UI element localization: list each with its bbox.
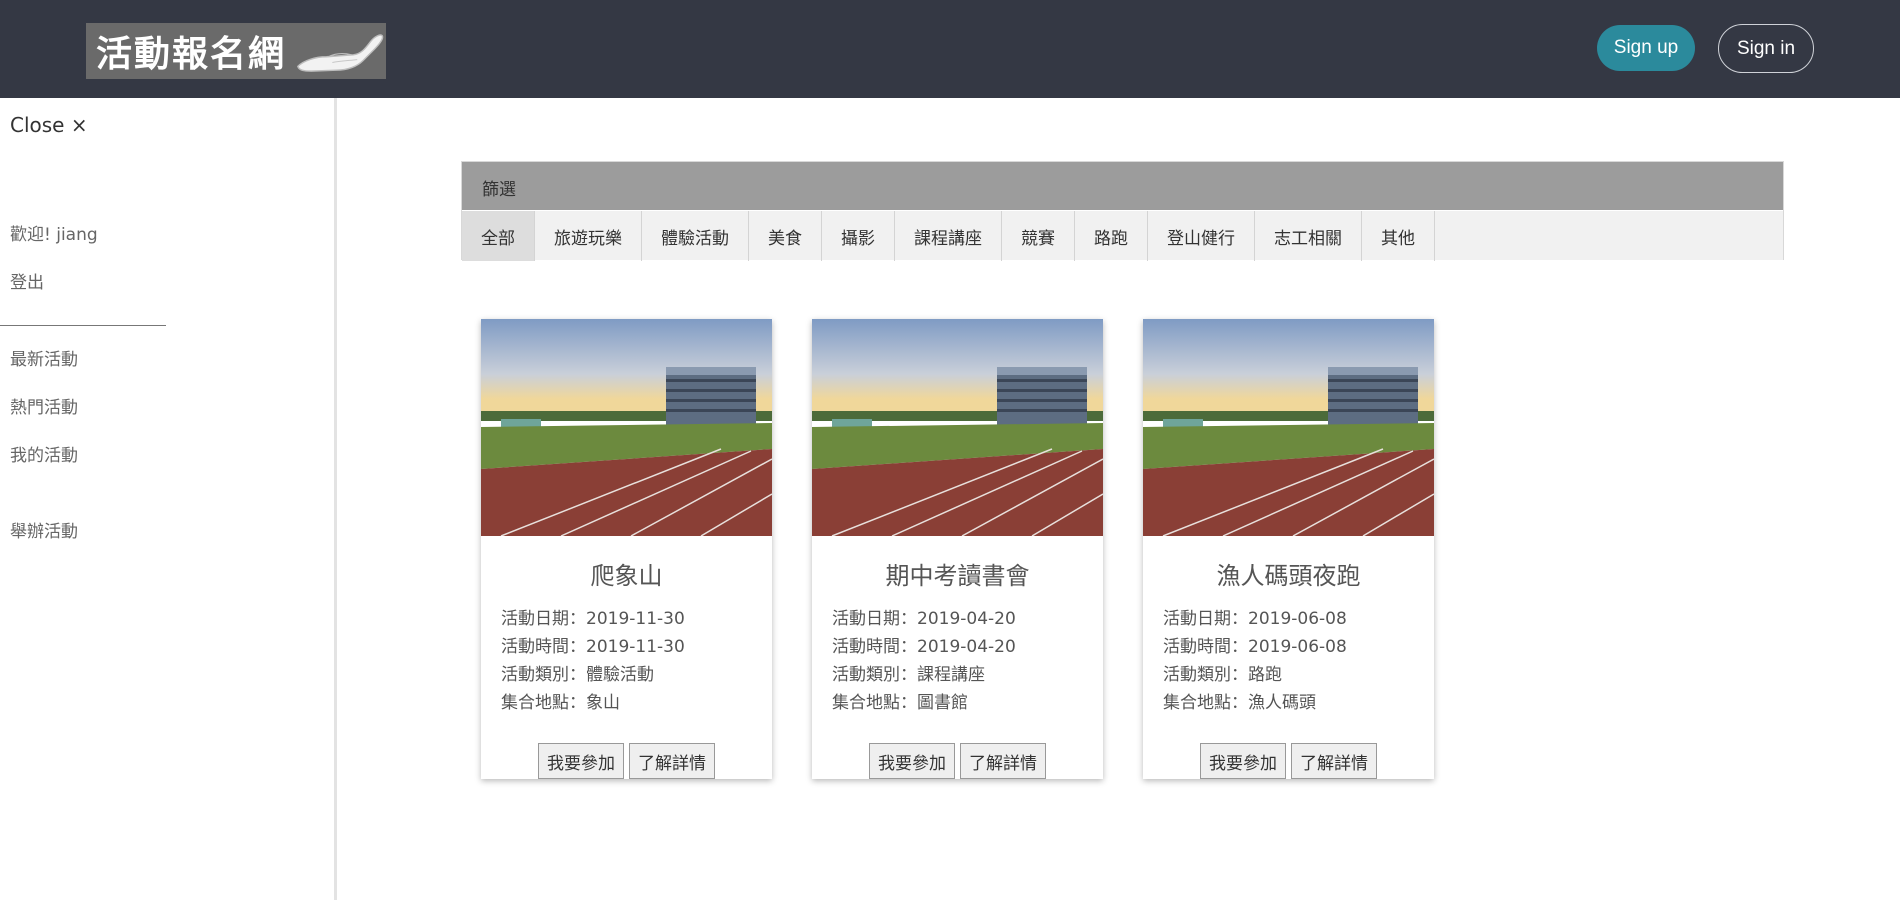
card-actions: 我要參加 了解詳情 [1143,743,1434,779]
tab-all[interactable]: 全部 [462,211,535,261]
event-title: 期中考讀書會 [885,562,1030,590]
event-title: 爬象山 [590,562,663,590]
event-category: 活動類別：課程講座 [832,665,985,685]
event-location: 集合地點：漁人碼頭 [1163,693,1316,713]
event-date: 活動日期：2019-11-30 [501,609,685,629]
event-time: 活動時間：2019-06-08 [1163,637,1347,657]
event-time: 活動時間：2019-11-30 [501,637,685,657]
event-photo [812,319,1103,536]
card-actions: 我要參加 了解詳情 [812,743,1103,779]
card-actions: 我要參加 了解詳情 [481,743,772,779]
event-info: 活動日期：2019-04-20 活動時間：2019-04-20 活動類別：課程講… [812,591,1103,717]
sidebar-item-latest[interactable]: 最新活動 [10,345,78,370]
event-time: 活動時間：2019-04-20 [832,637,1016,657]
join-button[interactable]: 我要參加 [869,743,955,779]
event-photo [481,319,772,536]
event-location: 集合地點：圖書館 [832,693,968,713]
top-navbar: 活動報名網 Sign up Sign in [0,0,1900,98]
event-card: 爬象山 活動日期：2019-11-30 活動時間：2019-11-30 活動類別… [481,319,772,779]
tab-competition[interactable]: 競賽 [1002,211,1075,261]
tab-running[interactable]: 路跑 [1075,211,1148,261]
event-card: 期中考讀書會 活動日期：2019-04-20 活動時間：2019-04-20 活… [812,319,1103,779]
logo-text: 活動報名網 [96,34,287,75]
details-button[interactable]: 了解詳情 [960,743,1046,779]
sidebar-close-button[interactable]: Close × [10,113,88,137]
logout-link[interactable]: 登出 [10,268,44,293]
tab-hiking[interactable]: 登山健行 [1148,211,1255,261]
event-date: 活動日期：2019-04-20 [832,609,1016,629]
sign-up-button[interactable]: Sign up [1597,25,1695,71]
event-location: 集合地點：象山 [501,693,620,713]
sign-in-button[interactable]: Sign in [1718,24,1814,73]
sidebar-divider [0,325,166,326]
event-category: 活動類別：體驗活動 [501,665,654,685]
site-logo[interactable]: 活動報名網 [86,23,386,79]
tab-photography[interactable]: 攝影 [822,211,895,261]
event-date: 活動日期：2019-06-08 [1163,609,1347,629]
filter-panel: 篩選 全部 旅遊玩樂 體驗活動 美食 攝影 課程講座 競賽 路跑 登山健行 志工… [461,161,1784,261]
sidebar-item-my-events[interactable]: 我的活動 [10,441,78,466]
filter-title: 篩選 [462,162,1783,210]
tab-volunteer[interactable]: 志工相關 [1255,211,1362,261]
join-button[interactable]: 我要參加 [1200,743,1286,779]
details-button[interactable]: 了解詳情 [1291,743,1377,779]
tab-food[interactable]: 美食 [749,211,822,261]
event-info: 活動日期：2019-06-08 活動時間：2019-06-08 活動類別：路跑 … [1143,591,1434,717]
sidebar-item-host-event[interactable]: 舉辦活動 [10,517,78,542]
join-button[interactable]: 我要參加 [538,743,624,779]
sidebar-item-popular[interactable]: 熱門活動 [10,393,78,418]
event-title: 漁人碼頭夜跑 [1216,562,1361,590]
sidebar: Close × 歡迎! jiang 登出 最新活動 熱門活動 我的活動 舉辦活動 [0,98,337,900]
category-tabs: 全部 旅遊玩樂 體驗活動 美食 攝影 課程講座 競賽 路跑 登山健行 志工相關 … [462,210,1783,261]
details-button[interactable]: 了解詳情 [629,743,715,779]
tab-other[interactable]: 其他 [1362,211,1435,261]
event-category: 活動類別：路跑 [1163,665,1282,685]
event-card: 漁人碼頭夜跑 活動日期：2019-06-08 活動時間：2019-06-08 活… [1143,319,1434,779]
event-info: 活動日期：2019-11-30 活動時間：2019-11-30 活動類別：體驗活… [481,591,772,717]
event-photo [1143,319,1434,536]
tab-lectures[interactable]: 課程講座 [895,211,1002,261]
welcome-text: 歡迎! jiang [10,225,98,245]
tab-experience[interactable]: 體驗活動 [642,211,749,261]
tab-travel[interactable]: 旅遊玩樂 [535,211,642,261]
hand-icon [297,34,384,72]
